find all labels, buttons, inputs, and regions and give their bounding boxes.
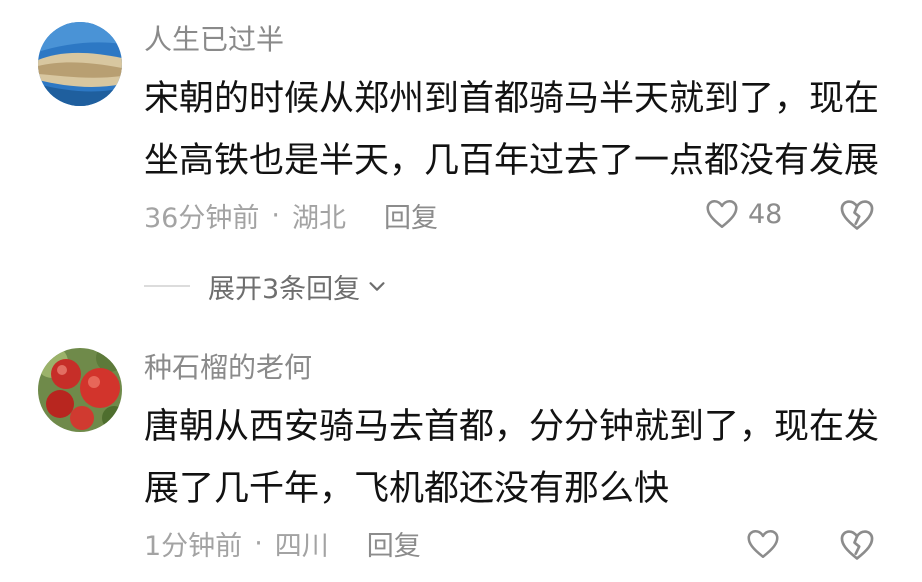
avatar[interactable]: [38, 22, 122, 106]
meta-separator: ·: [254, 527, 263, 559]
comment-time: 36分钟前: [144, 202, 260, 234]
chevron-down-icon: [360, 275, 388, 297]
reply-button[interactable]: 回复: [367, 524, 421, 563]
comment-username[interactable]: 种石榴的老何: [144, 350, 312, 386]
broken-heart-icon: [838, 526, 876, 564]
comment-meta: 36分钟前 · 湖北 回复: [144, 195, 438, 235]
avatar-image: [38, 22, 122, 106]
broken-heart-icon: [838, 196, 876, 234]
dislike-button[interactable]: [838, 196, 876, 234]
expand-replies-label: 展开3条回复: [208, 273, 361, 305]
comment-location: 湖北: [291, 202, 346, 234]
comment-item: 种石榴的老何 唐朝从西安骑马去首都，分分钟就到了，现在发展了几千年，飞机都还没有…: [0, 330, 922, 582]
comment-username[interactable]: 人生已过半: [144, 22, 284, 58]
like-count: 48: [748, 198, 783, 230]
comment-item: 人生已过半 宋朝的时候从郑州到首都骑马半天就到了，现在坐高铁也是半天，几百年过去…: [0, 0, 922, 320]
comment-meta: 1分钟前 · 四川 回复: [144, 523, 421, 563]
like-button[interactable]: 48: [704, 196, 782, 232]
dislike-button[interactable]: [838, 526, 876, 564]
reply-button[interactable]: 回复: [384, 196, 438, 235]
comment-text: 宋朝的时候从郑州到首都骑马半天就到了，现在坐高铁也是半天，几百年过去了一点都没有…: [144, 79, 880, 181]
meta-separator: ·: [271, 199, 280, 231]
expand-replies-button[interactable]: 展开3条回复: [144, 266, 388, 306]
divider-line: [144, 285, 190, 287]
like-button[interactable]: [745, 526, 781, 562]
avatar-image: [38, 348, 122, 432]
heart-outline-icon: [745, 526, 781, 562]
comment-text: 唐朝从西安骑马去首都，分分钟就到了，现在发展了几千年，飞机都还没有那么快: [144, 407, 880, 509]
comment-location: 四川: [274, 530, 329, 562]
comment-time: 1分钟前: [144, 530, 243, 562]
heart-outline-icon: [704, 196, 740, 232]
avatar[interactable]: [38, 348, 122, 432]
